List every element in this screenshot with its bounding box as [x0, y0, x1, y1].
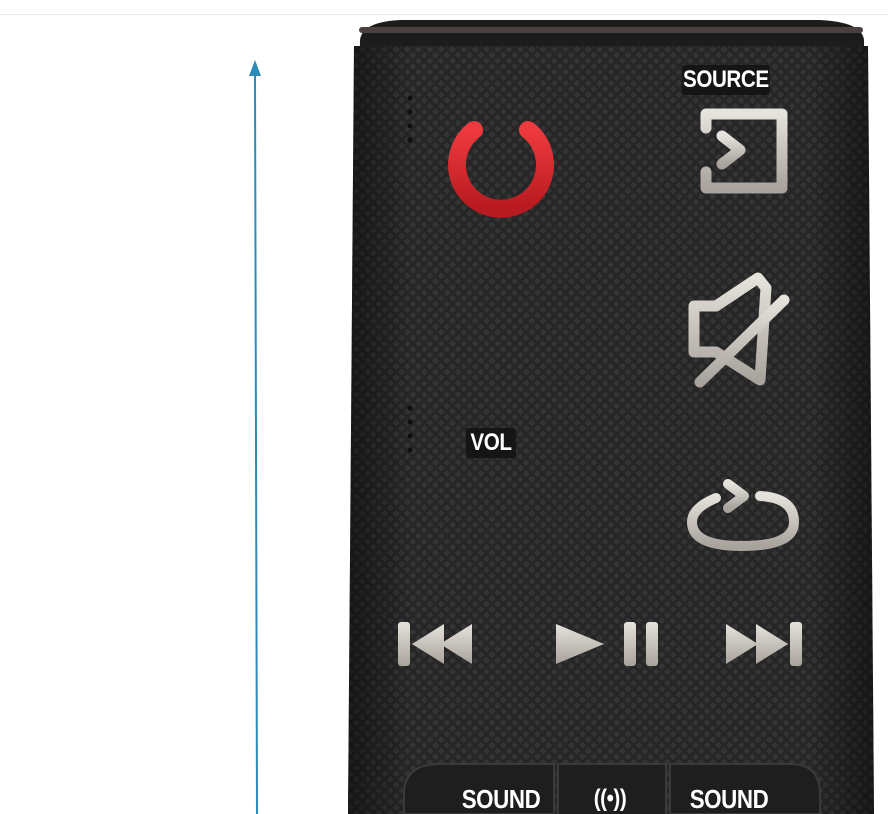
remote-body	[348, 20, 874, 814]
sound-left-button-label[interactable]: SOUND	[454, 784, 549, 814]
source-label: SOURCE	[682, 65, 770, 95]
remote-scene	[249, 20, 874, 814]
surround-button-label[interactable]: ((•))	[567, 784, 653, 814]
vol-label: VOL	[466, 428, 516, 458]
pointer-line	[249, 60, 261, 814]
sound-right-button-label[interactable]: SOUND	[683, 784, 774, 814]
